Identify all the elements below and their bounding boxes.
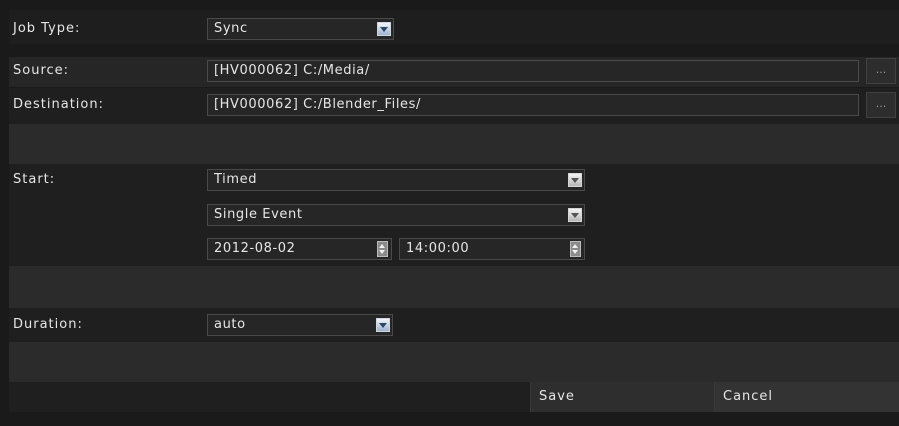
destination-field[interactable]: [HV000062] C:/Blender_Files/ (207, 94, 859, 116)
chevron-down-icon[interactable] (377, 22, 391, 36)
destination-value: [HV000062] C:/Blender_Files/ (214, 97, 421, 112)
chevron-down-icon[interactable] (376, 318, 390, 332)
start-mode-dropdown[interactable]: Timed (207, 169, 585, 191)
chevron-down-icon[interactable] (568, 173, 582, 187)
start-mode-value: Timed (214, 172, 258, 187)
job-type-label: Job Type: (13, 21, 81, 36)
job-type-row (9, 10, 899, 44)
start-date-value: 2012-08-02 (214, 241, 296, 256)
source-field[interactable]: [HV000062] C:/Media/ (207, 60, 859, 82)
job-type-value: Sync (214, 21, 248, 36)
spacer-row (9, 342, 899, 382)
spacer-row (9, 266, 899, 308)
spinner-icon[interactable] (570, 241, 581, 257)
recurrence-value: Single Event (214, 207, 303, 222)
source-label: Source: (13, 63, 70, 78)
source-browse-button[interactable]: ... (866, 58, 896, 84)
duration-dropdown[interactable]: auto (207, 314, 393, 336)
cancel-button[interactable]: Cancel (714, 382, 899, 412)
duration-label: Duration: (13, 317, 83, 332)
chevron-down-icon[interactable] (568, 208, 582, 222)
destination-label: Destination: (13, 97, 104, 112)
spacer-row (9, 124, 899, 164)
duration-value: auto (214, 317, 246, 332)
start-label: Start: (13, 172, 56, 187)
job-form: Job Type: Sync Source: [HV000062] C:/Med… (9, 0, 899, 426)
source-value: [HV000062] C:/Media/ (214, 63, 370, 78)
start-date-input[interactable]: 2012-08-02 (207, 238, 392, 260)
start-time-input[interactable]: 14:00:00 (399, 238, 585, 260)
save-button[interactable]: Save (530, 382, 714, 412)
start-time-value: 14:00:00 (406, 241, 470, 256)
spinner-icon[interactable] (377, 241, 388, 257)
destination-browse-button[interactable]: ... (866, 92, 896, 118)
recurrence-dropdown[interactable]: Single Event (207, 204, 585, 226)
job-type-dropdown[interactable]: Sync (207, 18, 394, 40)
duration-row (9, 308, 899, 342)
